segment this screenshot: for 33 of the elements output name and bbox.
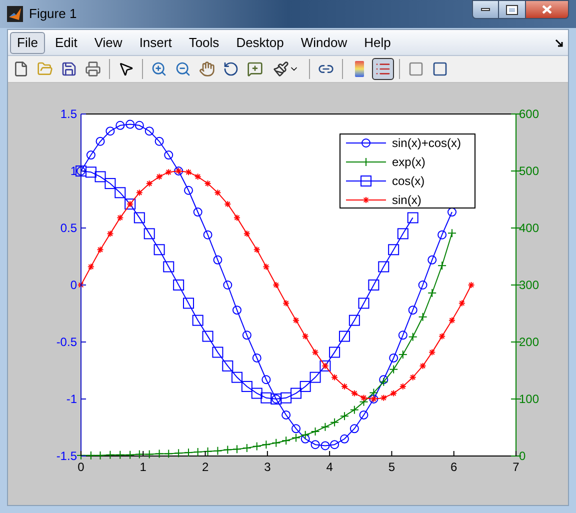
- legend-label: sin(x)+cos(x): [392, 136, 462, 150]
- tick-label: -1.5: [56, 449, 77, 463]
- tick-label: 5: [388, 460, 396, 474]
- tick-label: 1.5: [60, 107, 77, 121]
- tick-label: -1: [66, 392, 77, 406]
- menu-item[interactable]: Desktop: [229, 32, 291, 54]
- tick-label: 7: [512, 460, 520, 474]
- tick-label: 2: [202, 460, 209, 474]
- tick-label: 0: [70, 278, 77, 292]
- legend-label: sin(x): [392, 193, 422, 207]
- tick-label: 600: [519, 107, 540, 121]
- tick-label: 200: [519, 335, 540, 349]
- tick-label: 0.5: [60, 221, 77, 235]
- menu-item[interactable]: Insert: [132, 32, 179, 54]
- tick-label: 100: [519, 392, 540, 406]
- menu-item[interactable]: Window: [294, 32, 354, 54]
- menu-item[interactable]: File: [10, 32, 45, 54]
- menu-item[interactable]: Help: [357, 32, 398, 54]
- menu-item[interactable]: Edit: [48, 32, 84, 54]
- menu-item[interactable]: View: [87, 32, 130, 54]
- legend-label: cos(x): [392, 174, 425, 188]
- tick-label: -0.5: [56, 335, 77, 349]
- legend-label: exp(x): [392, 155, 426, 169]
- tick-label: 500: [519, 164, 540, 178]
- tick-label: 4: [326, 460, 333, 474]
- tick-label: 300: [519, 278, 540, 292]
- tick-label: 6: [450, 460, 458, 474]
- menu-item[interactable]: Tools: [182, 32, 226, 54]
- tick-label: 400: [519, 221, 540, 235]
- tick-label: 3: [264, 460, 271, 474]
- tick-label: 0: [78, 460, 84, 474]
- window-title: Figure 1: [29, 5, 77, 24]
- tick-label: 1: [140, 460, 146, 474]
